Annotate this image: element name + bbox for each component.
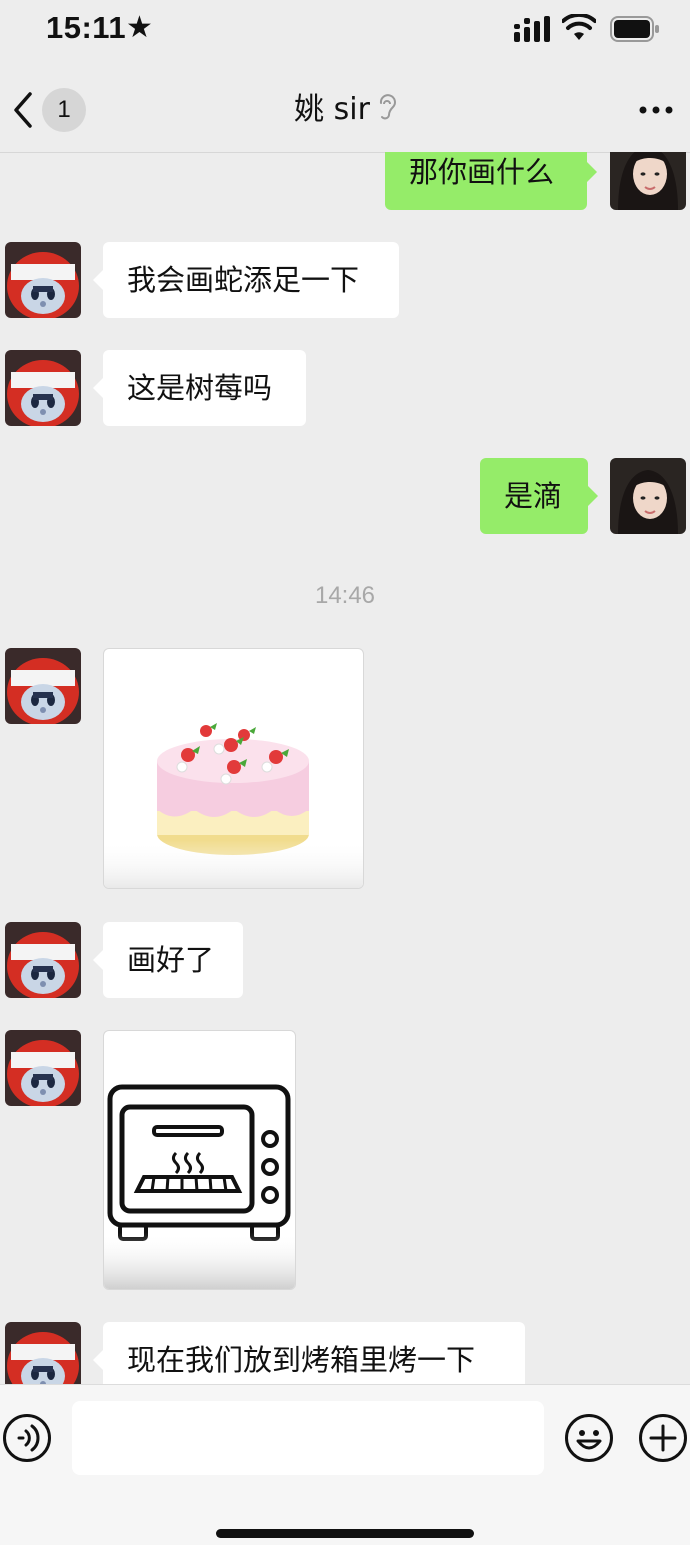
message-row-sent: 那你画什么	[0, 152, 690, 210]
home-indicator	[216, 1529, 474, 1538]
message-row-received	[0, 648, 690, 890]
message-input[interactable]	[72, 1401, 544, 1475]
avatar-self[interactable]	[610, 458, 686, 534]
message-row-received: 这是树莓吗	[0, 350, 690, 426]
message-bubble-sent[interactable]: 那你画什么	[385, 152, 597, 210]
helmet-avatar-image	[5, 350, 81, 426]
helmet-avatar-image	[5, 242, 81, 318]
message-timestamp: 14:46	[314, 582, 376, 609]
helmet-avatar-image	[5, 1030, 81, 1106]
message-bubble-received[interactable]: 现在我们放到烤箱里烤一下	[93, 1322, 525, 1384]
status-time: 15:11	[46, 10, 127, 45]
battery-icon	[610, 16, 659, 42]
helmet-avatar-image	[5, 1322, 81, 1384]
wifi-icon	[562, 14, 596, 40]
avatar-self[interactable]	[610, 152, 686, 210]
avatar-contact[interactable]	[5, 350, 81, 426]
message-bubble-received[interactable]: 我会画蛇添足一下	[93, 242, 399, 318]
signal-icon	[514, 16, 550, 42]
message-bubble-received[interactable]: 这是树莓吗	[93, 350, 306, 426]
girl-avatar-image	[610, 458, 686, 534]
message-row-received: 现在我们放到烤箱里烤一下	[0, 1322, 690, 1384]
chat-header: 1 姚 sir	[0, 60, 690, 153]
avatar-contact[interactable]	[5, 1030, 81, 1106]
cake-image	[104, 649, 363, 888]
message-list[interactable]: 那你画什么 我会画蛇添足一下 这是树莓吗 是滴 14:46 画好了 现在我们放到…	[0, 152, 690, 1384]
more-icon[interactable]	[638, 104, 674, 116]
message-row-received	[0, 1030, 690, 1290]
message-bubble-received[interactable]: 画好了	[93, 922, 243, 998]
avatar-contact[interactable]	[5, 648, 81, 724]
image-message-oven[interactable]	[103, 1030, 296, 1290]
oven-image	[104, 1031, 295, 1289]
emoji-icon[interactable]	[564, 1413, 614, 1463]
image-message-cake[interactable]	[103, 648, 364, 889]
girl-avatar-image	[610, 152, 686, 210]
message-row-received: 我会画蛇添足一下	[0, 242, 690, 318]
voice-icon[interactable]	[2, 1413, 52, 1463]
avatar-contact[interactable]	[5, 242, 81, 318]
status-bar: 15:11 ★	[0, 0, 690, 60]
avatar-contact[interactable]	[5, 1322, 81, 1384]
message-bubble-sent[interactable]: 是滴	[480, 458, 598, 534]
message-row-sent: 是滴	[0, 458, 690, 534]
helmet-avatar-image	[5, 922, 81, 998]
chat-title-wrap: 姚 sir	[0, 88, 690, 132]
star-icon: ★	[126, 10, 153, 45]
ear-icon	[379, 94, 396, 120]
avatar-contact[interactable]	[5, 922, 81, 998]
message-row-received: 画好了	[0, 922, 690, 998]
helmet-avatar-image	[5, 648, 81, 724]
chat-input-bar	[0, 1384, 690, 1545]
chat-title: 姚 sir	[294, 92, 370, 127]
plus-icon[interactable]	[638, 1413, 688, 1463]
